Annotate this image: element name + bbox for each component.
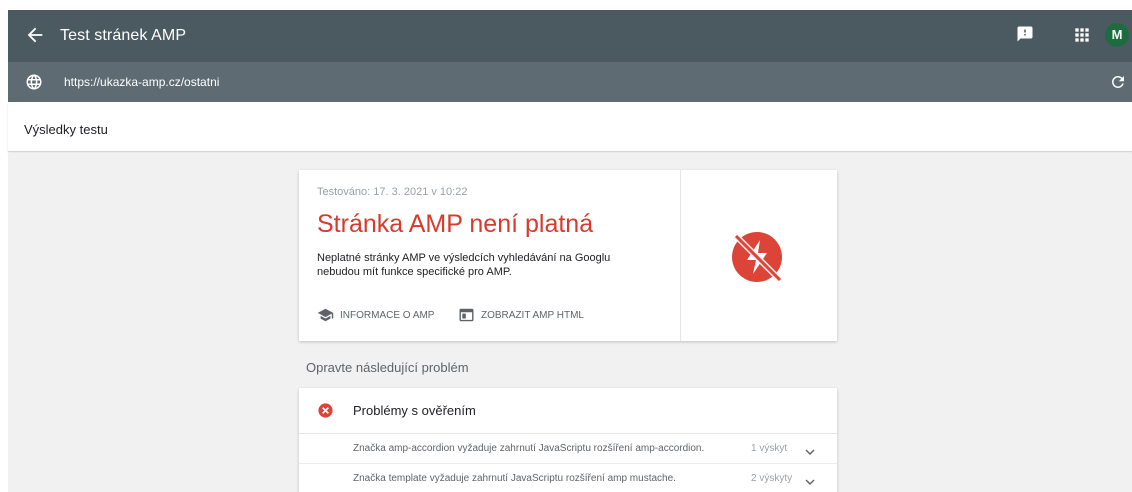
app-header: Test stránek AMP M <box>8 10 1132 62</box>
view-amp-html-label: ZOBRAZIT AMP HTML <box>481 309 584 321</box>
issue-count: 2 výskyty <box>751 473 793 484</box>
refresh-icon[interactable] <box>1109 73 1127 91</box>
avatar[interactable]: M <box>1105 23 1129 47</box>
issue-row[interactable]: Značka amp-accordion vyžaduje zahrnutí J… <box>299 434 837 464</box>
issues-card: Problémy s ověřením Značka amp-accordion… <box>299 388 837 492</box>
summary-text-area: Testováno: 17. 3. 2021 v 10:22 Stránka A… <box>299 170 681 341</box>
issues-header[interactable]: Problémy s ověřením <box>299 388 837 434</box>
status-description: Neplatné stránky AMP ve výsledcích vyhle… <box>317 252 611 278</box>
issue-count: 1 výskyt <box>751 443 788 454</box>
error-icon <box>317 402 334 419</box>
globe-icon <box>25 73 43 91</box>
card-divider <box>680 170 681 341</box>
apps-icon[interactable] <box>1072 25 1092 45</box>
chevron-down-icon[interactable] <box>805 444 815 455</box>
issue-text: Značka amp-accordion vyžaduje zahrnutí J… <box>353 443 705 454</box>
chevron-down-icon[interactable] <box>805 474 815 485</box>
summary-card: Testováno: 17. 3. 2021 v 10:22 Stránka A… <box>299 170 837 341</box>
view-amp-html-link[interactable]: ZOBRAZIT AMP HTML <box>458 308 584 322</box>
code-window-icon <box>458 308 475 322</box>
feedback-icon[interactable] <box>1016 25 1034 43</box>
issues-title: Problémy s ověřením <box>353 403 476 418</box>
amp-info-link[interactable]: INFORMACE O AMP <box>317 308 434 322</box>
amp-info-label: INFORMACE O AMP <box>340 309 435 321</box>
results-title: Výsledky testu <box>24 122 108 137</box>
issue-row[interactable]: Značka template vyžaduje zahrnutí JavaSc… <box>299 464 837 492</box>
results-content: Testováno: 17. 3. 2021 v 10:22 Stránka A… <box>8 153 1132 492</box>
back-arrow-icon[interactable] <box>24 24 46 46</box>
amp-invalid-icon <box>722 222 792 292</box>
url-text: https://ukazka-amp.cz/ostatni <box>64 75 220 89</box>
tested-timestamp: Testováno: 17. 3. 2021 v 10:22 <box>317 186 468 198</box>
issue-text: Značka template vyžaduje zahrnutí JavaSc… <box>353 473 676 484</box>
url-bar: https://ukazka-amp.cz/ostatni <box>8 62 1132 102</box>
results-header: Výsledky testu <box>8 102 1132 152</box>
fix-section-label: Opravte následující problém <box>306 360 469 375</box>
school-icon <box>317 308 334 322</box>
status-headline: Stránka AMP není platná <box>317 210 594 238</box>
page-title: Test stránek AMP <box>60 27 187 44</box>
